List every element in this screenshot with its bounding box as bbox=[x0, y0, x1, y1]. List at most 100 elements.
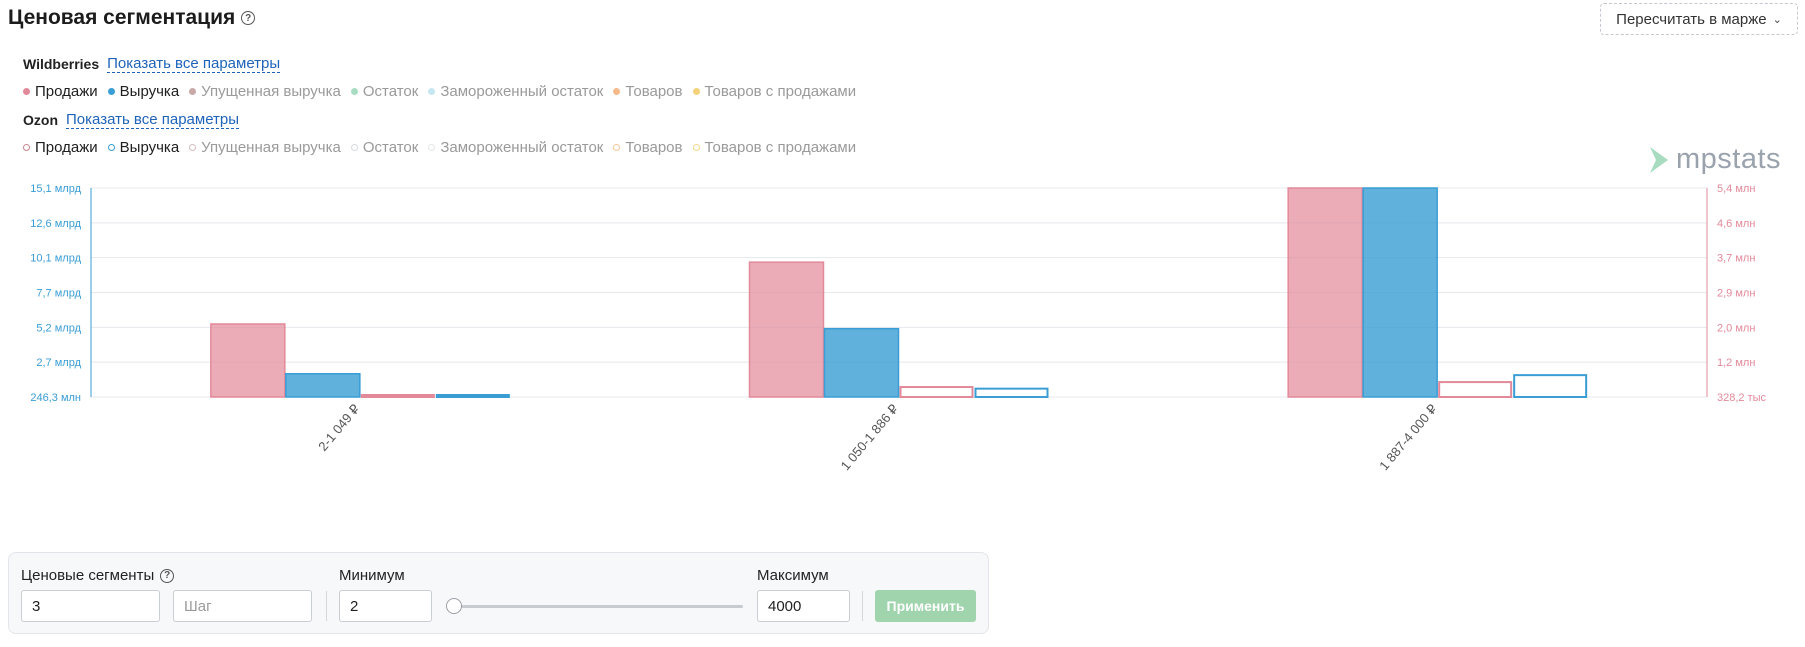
show-all-params-link[interactable]: Показать все параметры bbox=[107, 55, 281, 73]
legend-label: Товаров bbox=[625, 139, 683, 156]
legend-dot-icon bbox=[23, 88, 30, 95]
bar-outline bbox=[974, 387, 1049, 398]
bar-outline bbox=[360, 394, 435, 398]
legend-item[interactable]: Замороженный остаток bbox=[428, 139, 603, 156]
divider bbox=[862, 591, 863, 621]
legend-label: Выручка bbox=[119, 139, 180, 156]
legend-dot-icon bbox=[107, 88, 115, 95]
right-axis-tick-label: 4,6 млн bbox=[1717, 218, 1755, 230]
x-axis-tick-label: 1 887-4 000 ₽ bbox=[1376, 401, 1440, 473]
segments-label-wrap: Ценовые сегменты ? bbox=[21, 567, 175, 584]
show-all-params-link[interactable]: Показать все параметры bbox=[66, 111, 240, 129]
legend-label: Замороженный остаток bbox=[440, 83, 604, 100]
chevron-down-icon: ⌄ bbox=[1772, 13, 1782, 26]
legend-dot-icon bbox=[350, 144, 358, 151]
right-axis-tick-label: 5,4 млн bbox=[1717, 183, 1755, 195]
segment-controls: Ценовые сегменты ? Минимум Максимум Прим… bbox=[8, 552, 989, 634]
left-axis-tick-label: 15,1 млрд bbox=[30, 183, 81, 195]
header: Ценовая сегментация ? bbox=[8, 6, 256, 30]
bar bbox=[1362, 187, 1438, 398]
legend-item[interactable]: Товаров bbox=[613, 139, 683, 156]
legend-item[interactable]: Выручка bbox=[107, 83, 180, 100]
bar bbox=[748, 261, 825, 398]
legend-dot-icon bbox=[692, 144, 700, 151]
step-input[interactable] bbox=[173, 590, 312, 622]
legend-label: Выручка bbox=[119, 83, 180, 100]
right-axis-tick-label: 2,9 млн bbox=[1717, 288, 1755, 300]
bar-outline bbox=[899, 386, 974, 398]
bar bbox=[1287, 187, 1363, 398]
legend-item[interactable]: Упущенная выручка bbox=[189, 139, 341, 156]
legend-dot-icon bbox=[613, 144, 621, 151]
right-axis-tick-label: 3,7 млн bbox=[1717, 253, 1755, 265]
source-row-ozon: Ozon Показать все параметры bbox=[23, 111, 240, 129]
bar-outline bbox=[1438, 381, 1513, 398]
legend-item[interactable]: Замороженный остаток bbox=[428, 83, 603, 100]
price-segment-chart: 15,1 млрд 5,4 млн 12,6 млрд 4,6 млн 10,1 млр… bbox=[30, 183, 1767, 473]
min-input[interactable] bbox=[339, 590, 432, 622]
page-title: Ценовая сегментация bbox=[8, 6, 236, 29]
source-row-wildberries: Wildberries Показать все параметры bbox=[23, 55, 281, 73]
legend-dot-icon bbox=[692, 88, 700, 95]
legend-dot-icon bbox=[189, 144, 197, 151]
legend-dot-icon bbox=[350, 88, 358, 95]
legend-item[interactable]: Товаров с продажами bbox=[692, 139, 857, 156]
recalc-margin-dropdown[interactable]: Пересчитать в марже ⌄ bbox=[1600, 3, 1798, 35]
legend-item[interactable]: Остаток bbox=[350, 139, 419, 156]
logo-text: mpstats bbox=[1676, 143, 1782, 175]
left-axis-tick-label: 5,2 млрд bbox=[36, 322, 81, 334]
legend-label: Продажи bbox=[35, 83, 98, 100]
x-axis-tick-label: 1 050-1 886 ₽ bbox=[838, 401, 902, 473]
legend-dot-icon bbox=[613, 88, 621, 95]
max-label: Максимум bbox=[757, 567, 829, 584]
legend-label: Товаров с продажами bbox=[704, 139, 857, 156]
legend-item[interactable]: Товаров bbox=[613, 83, 683, 100]
max-input[interactable] bbox=[757, 590, 850, 622]
legend-dot-icon bbox=[428, 88, 436, 95]
segments-label: Ценовые сегменты bbox=[21, 567, 155, 584]
legend-item[interactable]: Упущенная выручка bbox=[189, 83, 341, 100]
left-axis-tick-label: 2,7 млрд bbox=[36, 357, 81, 369]
range-slider-track[interactable] bbox=[459, 605, 743, 608]
source-name: Wildberries bbox=[23, 56, 100, 72]
x-axis-tick-label: 2-1 049 ₽ bbox=[315, 401, 362, 454]
legend-dot-icon bbox=[107, 144, 115, 151]
legend-item[interactable]: Выручка bbox=[107, 139, 180, 156]
apply-button[interactable]: Применить bbox=[875, 590, 976, 622]
legend-item[interactable]: Товаров с продажами bbox=[692, 83, 857, 100]
legend-item[interactable]: Продажи bbox=[23, 83, 98, 100]
legend-ozon: Продажи Выручка Упущенная выручка Остаток За… bbox=[23, 139, 866, 156]
bar-outline bbox=[435, 394, 510, 398]
source-name: Ozon bbox=[23, 112, 58, 128]
bar bbox=[210, 323, 286, 398]
legend-label: Упущенная выручка bbox=[201, 83, 341, 100]
legend-item[interactable]: Остаток bbox=[350, 83, 419, 100]
legend-wildberries: Продажи Выручка Упущенная выручка Остаток За… bbox=[23, 83, 866, 100]
bar bbox=[285, 372, 361, 398]
legend-label: Продажи bbox=[35, 139, 98, 156]
help-icon[interactable]: ? bbox=[160, 568, 175, 583]
logo-icon bbox=[1650, 146, 1668, 173]
segments-input[interactable] bbox=[21, 590, 160, 622]
legend-label: Товаров с продажами bbox=[704, 83, 857, 100]
legend-dot-icon bbox=[23, 144, 30, 151]
legend-item[interactable]: Продажи bbox=[23, 139, 98, 156]
left-axis-tick-label: 7,7 млрд bbox=[36, 288, 81, 300]
range-slider-handle[interactable] bbox=[446, 598, 462, 614]
bar bbox=[823, 327, 900, 398]
left-axis-tick-label: 12,6 млрд bbox=[30, 218, 81, 230]
legend-label: Товаров bbox=[625, 83, 683, 100]
legend-label: Упущенная выручка bbox=[201, 139, 341, 156]
bar-outline bbox=[1513, 374, 1588, 399]
right-axis-tick-label: 328,2 тыс bbox=[1717, 392, 1767, 404]
left-axis-tick-label: 246,3 млн bbox=[30, 392, 81, 404]
left-axis-tick-label: 10,1 млрд bbox=[30, 253, 81, 265]
min-label: Минимум bbox=[339, 567, 405, 584]
help-icon[interactable]: ? bbox=[241, 11, 256, 25]
divider bbox=[326, 591, 327, 621]
legend-label: Остаток bbox=[362, 83, 419, 100]
recalc-margin-label: Пересчитать в марже bbox=[1616, 10, 1767, 28]
legend-label: Замороженный остаток bbox=[440, 139, 604, 156]
legend-label: Остаток bbox=[362, 139, 419, 156]
mpstats-logo: mpstats bbox=[1648, 143, 1781, 176]
